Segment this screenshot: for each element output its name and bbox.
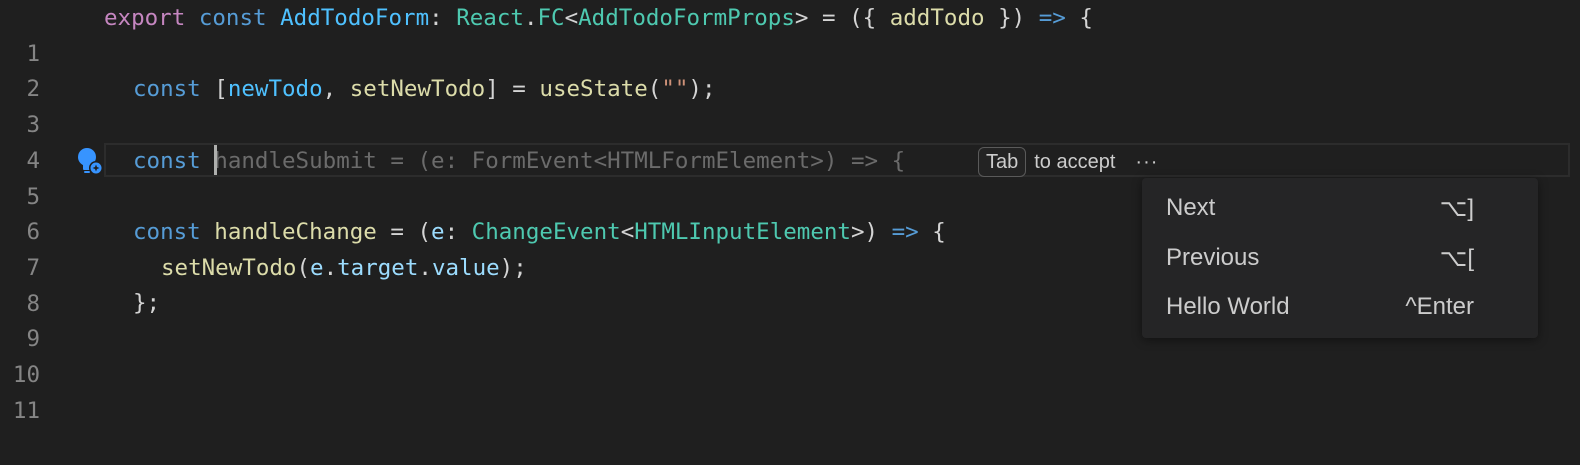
token-punct: ); (688, 76, 716, 102)
code-text: const handleSubmit = (e: FormEvent<HTMLF… (133, 143, 905, 179)
token-arrow: => (891, 219, 919, 245)
token-identifier: AddTodoForm (280, 5, 430, 31)
code-line-2[interactable]: 2 (0, 35, 1580, 102)
accept-hint-label: to accept (1034, 150, 1116, 173)
lightbulb-sparkle-icon[interactable] (76, 147, 104, 177)
menu-item-label: Next (1166, 194, 1216, 221)
token-parameter: e (431, 219, 445, 245)
token-punct: = ( (376, 219, 432, 245)
menu-item-shortcut: ^Enter (1405, 293, 1474, 320)
token-punct: , (322, 76, 350, 102)
menu-item-hello-world[interactable]: Hello World ^Enter (1142, 285, 1538, 329)
suggestion-context-menu: Next ⌥] Previous ⌥[ Hello World ^Enter (1142, 178, 1538, 338)
token-function: handleChange (214, 219, 377, 245)
token-function: setNewTodo (161, 255, 297, 281)
code-text: }; (133, 285, 160, 321)
tab-key-badge[interactable]: Tab (978, 147, 1027, 177)
menu-item-label: Hello World (1166, 293, 1290, 320)
token-type: AddTodoFormProps (578, 5, 795, 31)
token-punct: }) (984, 5, 1039, 31)
code-text: export const AddTodoForm: React.FC<AddTo… (104, 0, 1093, 36)
token-variable: e (310, 255, 324, 281)
token-punct: { (918, 219, 946, 245)
more-actions-icon[interactable]: ··· (1135, 151, 1158, 174)
token-punct: : (444, 219, 472, 245)
token-property: target (337, 255, 419, 281)
menu-item-shortcut: ⌥] (1439, 194, 1474, 222)
text-cursor (214, 144, 218, 175)
token-type: FC (537, 5, 565, 31)
code-text: setNewTodo(e.target.value); (161, 250, 527, 286)
code-text: const [newTodo, setNewTodo] = useState("… (133, 71, 716, 107)
token-function: setNewTodo (349, 76, 486, 102)
token-type: React (456, 5, 524, 31)
token-punct: > = ({ (794, 5, 890, 31)
token-punct: < (620, 219, 635, 245)
token-punct: }; (133, 290, 161, 316)
token-punct: ( (647, 76, 662, 102)
token-keyword: export (104, 5, 186, 31)
code-text: const handleChange = (e: ChangeEvent<HTM… (133, 214, 946, 250)
token-string: "" (661, 76, 689, 102)
token-type: ChangeEvent (471, 219, 621, 245)
token-punct: >) (850, 219, 892, 245)
token-storage: const (133, 148, 201, 174)
menu-item-previous[interactable]: Previous ⌥[ (1142, 236, 1538, 280)
token-property: value (431, 255, 500, 281)
code-line-1[interactable]: 1 export const AddTodoForm: React.FC<Add… (0, 0, 1580, 67)
code-line-5[interactable]: 5 const handleSubmit = (e: FormEvent<HTM… (0, 143, 1580, 210)
token-storage: const (133, 219, 201, 245)
token-type: HTMLInputElement (634, 219, 851, 245)
token-punct: ] = (485, 76, 540, 102)
line-number: 11 (12, 398, 40, 424)
token-storage: const (198, 5, 267, 31)
token-punct: [ (200, 76, 228, 102)
token-punct: < (564, 5, 579, 31)
menu-item-next[interactable]: Next ⌥] (1142, 186, 1538, 230)
token-parameter: addTodo (889, 5, 985, 31)
token-storage: const (133, 76, 201, 102)
code-editor[interactable]: 1 export const AddTodoForm: React.FC<Add… (0, 0, 1580, 424)
menu-item-label: Previous (1166, 244, 1260, 271)
code-line-3[interactable]: 3 const [newTodo, setNewTodo] = useState… (0, 71, 1580, 138)
token-punct: . (523, 5, 538, 31)
token-punct: . (418, 255, 432, 281)
token-punct: { (1065, 5, 1093, 31)
token-punct: ( (296, 255, 311, 281)
code-line-4[interactable]: 4 (0, 107, 1580, 174)
token-punct: : (429, 5, 457, 31)
token-punct: . (323, 255, 338, 281)
token-variable: newTodo (227, 76, 323, 102)
menu-item-shortcut: ⌥[ (1439, 244, 1474, 272)
token-function: useState (539, 76, 648, 102)
inline-suggestion-hint: Tab to accept ··· (978, 145, 1158, 179)
token-arrow: => (1038, 5, 1066, 31)
token-punct: ); (499, 255, 527, 281)
inline-suggestion-ghost-text: handleSubmit = (e: FormEvent<HTMLFormEle… (214, 148, 906, 174)
code-line-11[interactable]: 11 (0, 357, 1580, 424)
